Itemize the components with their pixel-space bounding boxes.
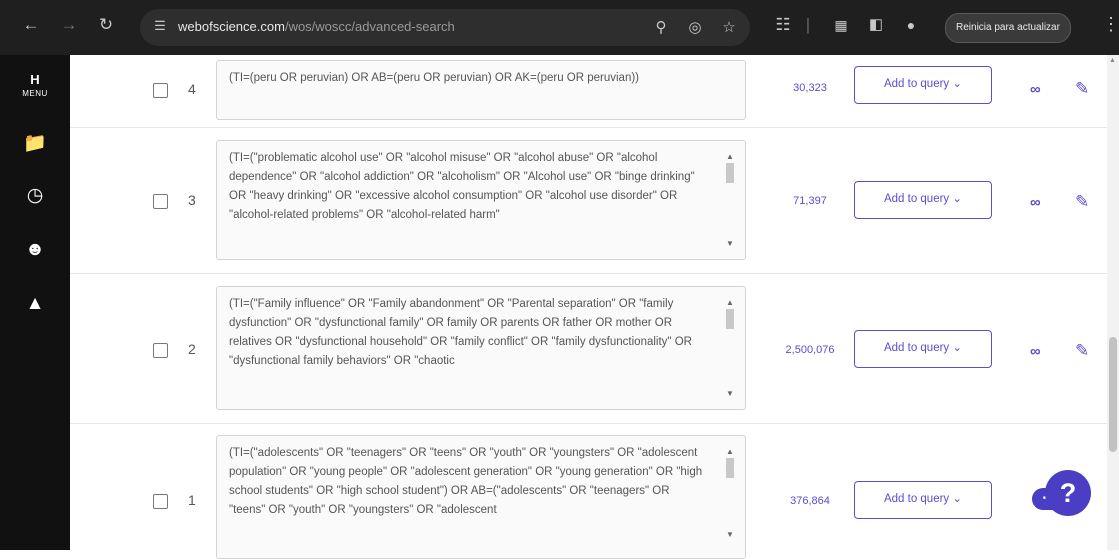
search-icon[interactable]: ⚲ [651, 18, 671, 36]
scroll-down-icon[interactable]: ▼ [725, 234, 735, 253]
more-vert-icon[interactable]: ⋮ [1102, 14, 1119, 35]
row-checkbox[interactable] [153, 83, 168, 98]
row-number: 4 [188, 81, 196, 97]
bell-icon[interactable]: ▲ [22, 291, 48, 317]
query-string: (TI=("Family influence" OR "Family aband… [229, 298, 692, 367]
extensions-icon[interactable]: ☷ [772, 14, 794, 36]
scroll-up-icon[interactable]: ▲ [1109, 57, 1116, 64]
edit-icon[interactable]: ✎ [1075, 79, 1089, 99]
chevron-down-icon: ⌄ [952, 342, 963, 354]
edit-icon[interactable]: ✎ [1075, 341, 1089, 361]
add-to-query-label: Add to query [883, 193, 950, 205]
scroll-thumb[interactable] [726, 458, 734, 478]
update-button[interactable]: Reinicia para actualizar [945, 13, 1071, 43]
browser-toolbar: ← → ↻ ☰ webofscience.com/wos/woscc/advan… [0, 0, 1119, 55]
menu-label[interactable]: MENU [0, 89, 70, 98]
add-to-query-button[interactable]: Add to query ⌄ [854, 66, 992, 104]
history-row: 1 (TI=("adolescents" OR "teenagers" OR "… [70, 423, 1107, 559]
row-number: 1 [188, 492, 196, 508]
scroll-down-icon[interactable]: ▼ [725, 384, 735, 403]
link-icon[interactable]: ∞ [1030, 343, 1041, 360]
eye-off-icon[interactable]: ◎ [685, 18, 705, 36]
url-text: webofscience.com/wos/woscc/advanced-sear… [178, 19, 455, 34]
result-count[interactable]: 71,397 [760, 195, 860, 207]
folder-icon[interactable]: 📁 [22, 131, 48, 157]
help-button[interactable]: ? [1045, 470, 1091, 516]
menu-glyph[interactable]: H [0, 72, 70, 87]
history-row: 2 (TI=("Family influence" OR "Family aba… [70, 273, 1107, 424]
add-to-query-label: Add to query [883, 78, 950, 90]
back-icon[interactable]: ← [20, 14, 42, 36]
sidebar-icon[interactable]: ◧ [865, 14, 887, 36]
link-icon[interactable]: ∞ [1030, 194, 1041, 211]
add-to-query-button[interactable]: Add to query ⌄ [854, 481, 992, 519]
row-checkbox[interactable] [153, 494, 168, 509]
history-row: 4 (TI=(peru OR peruvian) OR AB=(peru OR … [70, 55, 1107, 128]
link-icon[interactable]: ∞ [1030, 81, 1041, 98]
side-rail: H MENU 📁 ◷ ☻ ▲ [0, 55, 70, 550]
translate-icon[interactable]: ▦ [830, 14, 852, 36]
add-to-query-label: Add to query [883, 493, 950, 505]
query-string: (TI=("adolescents" OR "teenagers" OR "te… [229, 447, 703, 516]
chevron-down-icon: ⌄ [952, 193, 963, 205]
user-icon[interactable]: ☻ [22, 237, 48, 263]
forward-icon[interactable]: → [58, 14, 80, 36]
scroll-down-icon[interactable]: ▼ [725, 525, 735, 544]
result-count[interactable]: 30,323 [760, 82, 860, 94]
query-scrollbar[interactable]: ▲ ▼ [725, 297, 735, 399]
url-path: /wos/woscc/advanced-search [284, 19, 455, 34]
row-checkbox[interactable] [153, 343, 168, 358]
site-info-icon[interactable]: ☰ [150, 18, 170, 34]
row-number: 3 [188, 192, 196, 208]
query-string: (TI=("problematic alcohol use" OR "alcoh… [229, 152, 695, 221]
url-host: webofscience.com [178, 19, 285, 34]
row-checkbox[interactable] [153, 194, 168, 209]
chevron-down-icon: ⌄ [952, 78, 963, 90]
reload-icon[interactable]: ↻ [95, 14, 117, 36]
query-text: (TI=("problematic alcohol use" OR "alcoh… [216, 140, 746, 260]
scroll-thumb[interactable] [726, 309, 734, 329]
add-to-query-label: Add to query [883, 342, 950, 354]
result-count[interactable]: 2,500,076 [760, 344, 860, 356]
history-icon[interactable]: ◷ [22, 183, 48, 209]
edit-icon[interactable]: ✎ [1075, 192, 1089, 212]
page-scrollbar[interactable]: ▲ [1107, 55, 1119, 550]
page-scroll-thumb[interactable] [1109, 337, 1117, 452]
query-scrollbar[interactable]: ▲ ▼ [725, 151, 735, 249]
toolbar-divider: | [805, 15, 811, 34]
query-text: (TI=(peru OR peruvian) OR AB=(peru OR pe… [216, 60, 746, 120]
query-text: (TI=("Family influence" OR "Family aband… [216, 286, 746, 410]
row-number: 2 [188, 341, 196, 357]
query-text: (TI=("adolescents" OR "teenagers" OR "te… [216, 435, 746, 559]
result-count[interactable]: 376,864 [760, 495, 860, 507]
history-row: 3 (TI=("problematic alcohol use" OR "alc… [70, 127, 1107, 274]
add-to-query-button[interactable]: Add to query ⌄ [854, 330, 992, 368]
chevron-down-icon: ⌄ [952, 493, 963, 505]
scroll-thumb[interactable] [726, 163, 734, 183]
profile-icon[interactable]: ● [900, 14, 922, 36]
query-scrollbar[interactable]: ▲ ▼ [725, 446, 735, 548]
query-string: (TI=(peru OR peruvian) OR AB=(peru OR pe… [229, 72, 640, 84]
star-icon[interactable]: ☆ [719, 18, 739, 36]
address-bar[interactable]: ☰ webofscience.com/wos/woscc/advanced-se… [140, 9, 750, 46]
add-to-query-button[interactable]: Add to query ⌄ [854, 181, 992, 219]
